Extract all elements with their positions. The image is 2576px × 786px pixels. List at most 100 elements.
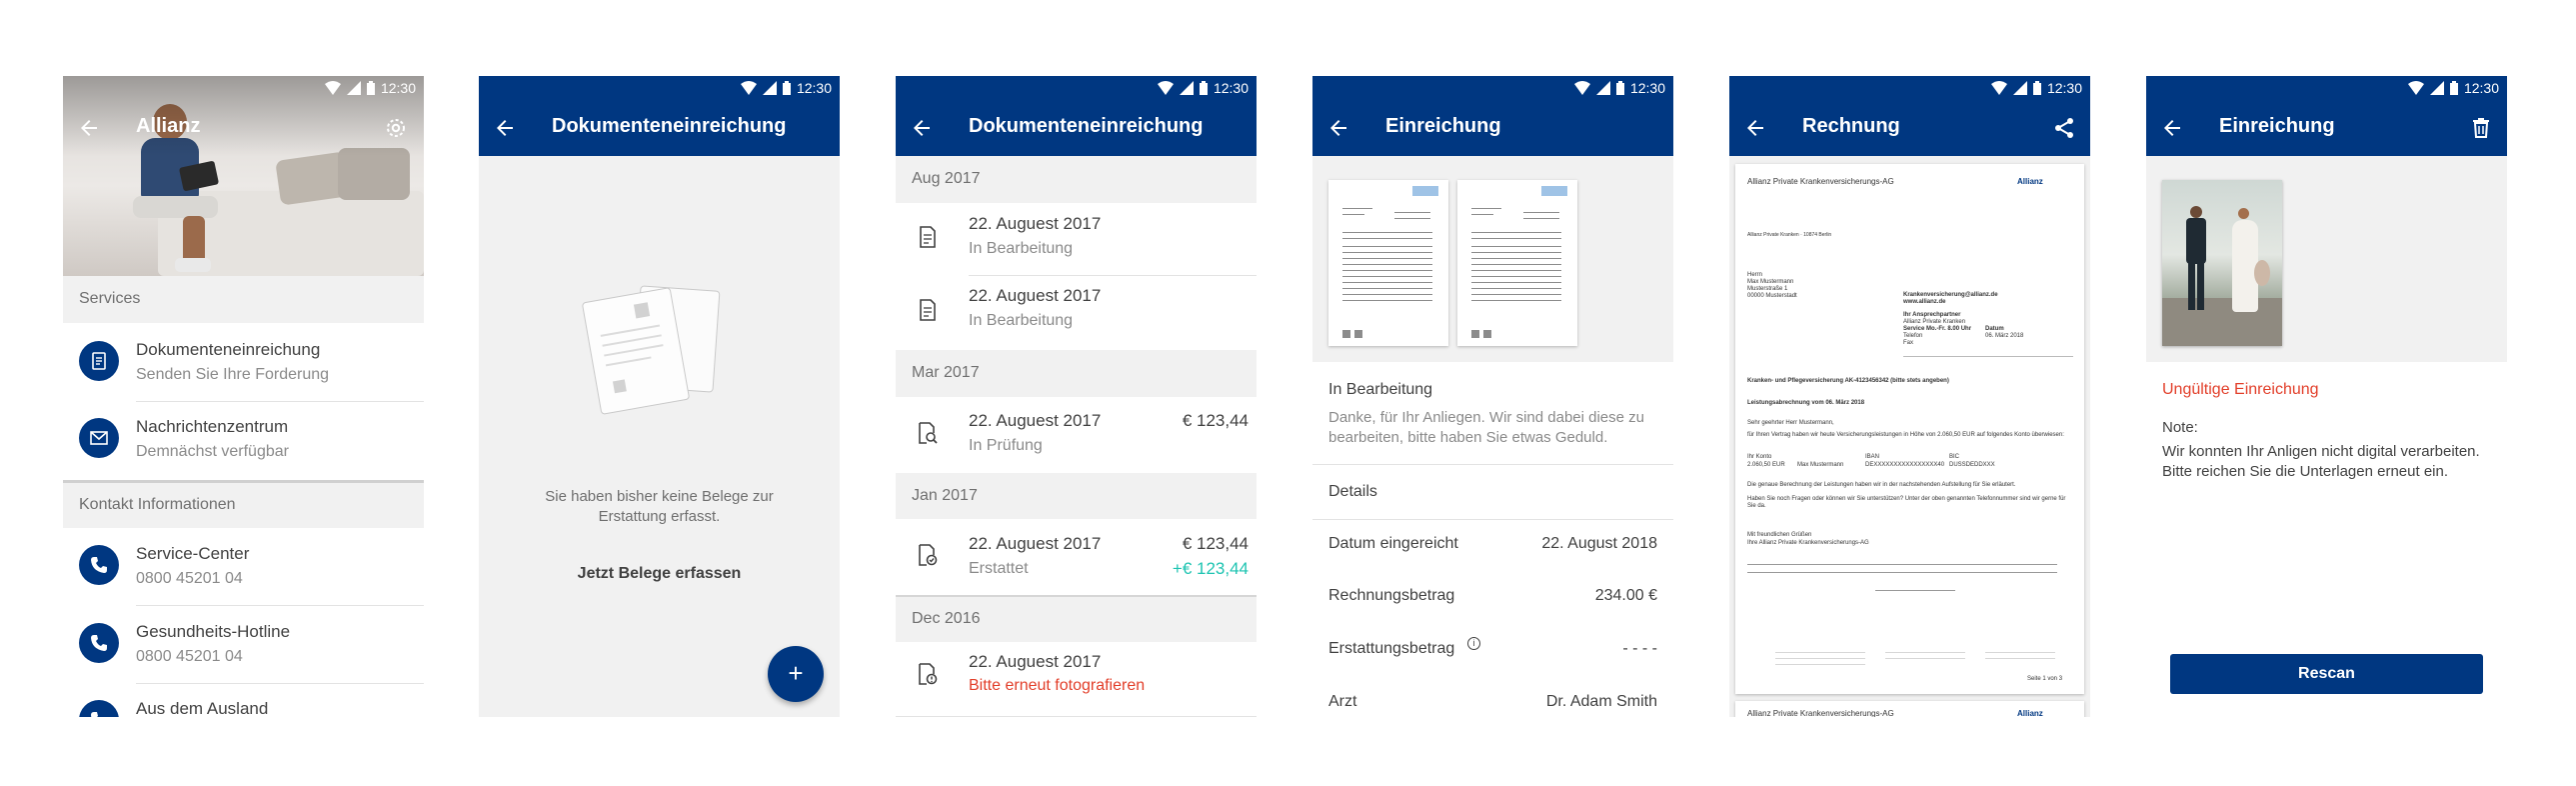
add-fab[interactable]: +: [768, 646, 824, 702]
delete-button[interactable]: [2469, 116, 2493, 140]
signal-icon: [2429, 81, 2444, 95]
back-button[interactable]: [2160, 116, 2184, 140]
screen-einreichung-invalid: 12:30 Einreichung Ungültige Einreichung …: [2146, 76, 2507, 717]
battery-icon: [782, 81, 791, 95]
document-thumbnail[interactable]: [1457, 180, 1577, 346]
contact-item-service-center[interactable]: Service-Center 0800 45201 04: [63, 528, 424, 605]
receipt-refunded-icon: [919, 544, 938, 566]
status-bar: 12:30: [63, 76, 424, 100]
back-button[interactable]: [77, 116, 101, 140]
arrow-back-icon: [914, 120, 930, 136]
contact-title: Service-Center: [136, 544, 250, 563]
detail-label: Arzt: [1328, 693, 1357, 710]
service-title: Dokumenteneinreichung: [136, 340, 321, 359]
app-bar: Einreichung: [2146, 100, 2507, 156]
status-title: In Bearbeitung: [1328, 381, 1433, 398]
contact-header: Kontakt Informationen: [63, 483, 424, 528]
app-bar: Rechnung: [1729, 100, 2090, 156]
battery-icon: [2032, 81, 2041, 95]
contact-item-ausland[interactable]: Aus dem Ausland: [63, 684, 424, 717]
page-title: Einreichung: [1385, 115, 1501, 137]
submission-amount: € 123,44: [1182, 534, 1249, 553]
detail-value: Dr. Adam Smith: [1545, 693, 1657, 710]
screen-einreichung-detail: 12:30 Einreichung In Bearbeitung Danke, …: [1312, 76, 1673, 717]
signal-icon: [346, 81, 361, 95]
submission-item[interactable]: 22. Auguest 2017 Bitte erneut fotografie…: [896, 642, 1257, 716]
wifi-icon: [740, 81, 757, 95]
submission-date: 22. Auguest 2017: [969, 411, 1102, 430]
screen-allianz-home: 12:30 Allianz Services Dokumenteneinreic…: [63, 76, 424, 717]
page-title: Dokumenteneinreichung: [969, 115, 1204, 137]
status-bar: 12:30: [1729, 76, 2090, 100]
photo-thumbnail[interactable]: [2162, 180, 2282, 346]
contact-phone: 0800 45201 04: [136, 570, 243, 587]
detail-label: Rechnungsbetrag: [1328, 587, 1455, 604]
status-time: 12:30: [2463, 80, 2499, 96]
contact-phone: 0800 45201 04: [136, 648, 243, 665]
hero-image: [63, 76, 424, 276]
page-title: Einreichung: [2219, 115, 2335, 137]
page-title: Rechnung: [1802, 115, 1900, 137]
app-bar: Einreichung: [1312, 100, 1673, 156]
details-header: Details: [1328, 483, 1377, 500]
status-text: Danke, für Ihr Anliegen. Wir sind dabei …: [1328, 409, 1645, 446]
status-time: 12:30: [2046, 80, 2082, 96]
service-item-nachrichtenzentrum[interactable]: Nachrichtenzentrum Demnächst verfügbar: [63, 402, 424, 478]
submission-item[interactable]: 22. Auguest 2017 Erstattet € 123,44 +€ 1…: [896, 519, 1257, 595]
wifi-icon: [2407, 81, 2424, 95]
submission-item[interactable]: 22. Auguest 2017 In Bearbeitung: [896, 203, 1257, 275]
arrow-back-icon: [497, 120, 513, 136]
battery-icon: [366, 81, 375, 95]
battery-icon: [2449, 81, 2458, 95]
share-icon: [2055, 118, 2073, 138]
service-title: Nachrichtenzentrum: [136, 417, 289, 436]
contact-title: Gesundheits-Hotline: [136, 622, 291, 641]
document-icon: [79, 341, 119, 381]
share-button[interactable]: [2052, 116, 2076, 140]
signal-icon: [2012, 81, 2027, 95]
back-button[interactable]: [1743, 116, 1767, 140]
document-thumbnail[interactable]: [1328, 180, 1448, 346]
contact-item-gesundheits-hotline[interactable]: Gesundheits-Hotline 0800 45201 04: [63, 606, 424, 683]
plus-icon: +: [788, 658, 804, 688]
app-bar: Dokumenteneinreichung: [479, 100, 840, 156]
submission-date: 22. Auguest 2017: [969, 286, 1102, 305]
detail-label: Datum eingereicht: [1328, 535, 1458, 552]
arrow-back-icon: [1747, 120, 1763, 136]
detail-label: Erstattungsbetrag: [1328, 640, 1455, 657]
submission-item[interactable]: 22. Auguest 2017 In Bearbeitung: [896, 276, 1257, 348]
receipt-review-icon: [919, 422, 938, 444]
submission-status: In Prüfung: [969, 437, 1043, 454]
info-icon[interactable]: i: [1467, 637, 1480, 650]
receipt-pending-icon: [920, 299, 936, 321]
rescan-button[interactable]: Rescan: [2170, 654, 2483, 694]
invoice-page: Allianz Private Krankenversicherungs-AG …: [1735, 164, 2084, 694]
add-receipts-link[interactable]: Jetzt Belege erfassen: [479, 565, 840, 583]
arrow-back-icon: [81, 120, 97, 136]
detail-value: 234.00 €: [1594, 587, 1657, 604]
arrow-back-icon: [1330, 120, 1346, 136]
page-title: Dokumenteneinreichung: [552, 115, 787, 137]
back-button[interactable]: [1326, 116, 1350, 140]
screen-dokumenteneinreichung-list: 12:30 Dokumenteneinreichung Aug 2017 22.…: [896, 76, 1257, 717]
error-title: Ungültige Einreichung: [2162, 381, 2319, 398]
arrow-back-icon: [2164, 120, 2180, 136]
phone-icon: [79, 545, 119, 585]
submission-item[interactable]: 22. Auguest 2017 In Prüfung € 123,44: [896, 397, 1257, 472]
submission-status: In Bearbeitung: [969, 240, 1074, 257]
submission-date: 22. Auguest 2017: [969, 534, 1102, 553]
status-bar: 12:30: [2146, 76, 2507, 100]
trash-icon: [2473, 118, 2489, 138]
document-thumbnails: [1312, 156, 1673, 362]
back-button[interactable]: [910, 116, 934, 140]
services-header: Services: [63, 276, 424, 323]
submission-status: In Bearbeitung: [969, 312, 1074, 329]
allianz-logo: Allianz: [2017, 177, 2043, 186]
settings-button[interactable]: [384, 116, 408, 140]
back-button[interactable]: [493, 116, 517, 140]
detail-value: 22. August 2018: [1541, 535, 1657, 552]
signal-icon: [1179, 81, 1194, 95]
service-item-dokumenteneinreichung[interactable]: Dokumenteneinreichung Senden Sie Ihre Fo…: [63, 323, 424, 401]
submission-status: Erstattet: [969, 560, 1029, 577]
month-header: Jan 2017: [896, 473, 1257, 519]
